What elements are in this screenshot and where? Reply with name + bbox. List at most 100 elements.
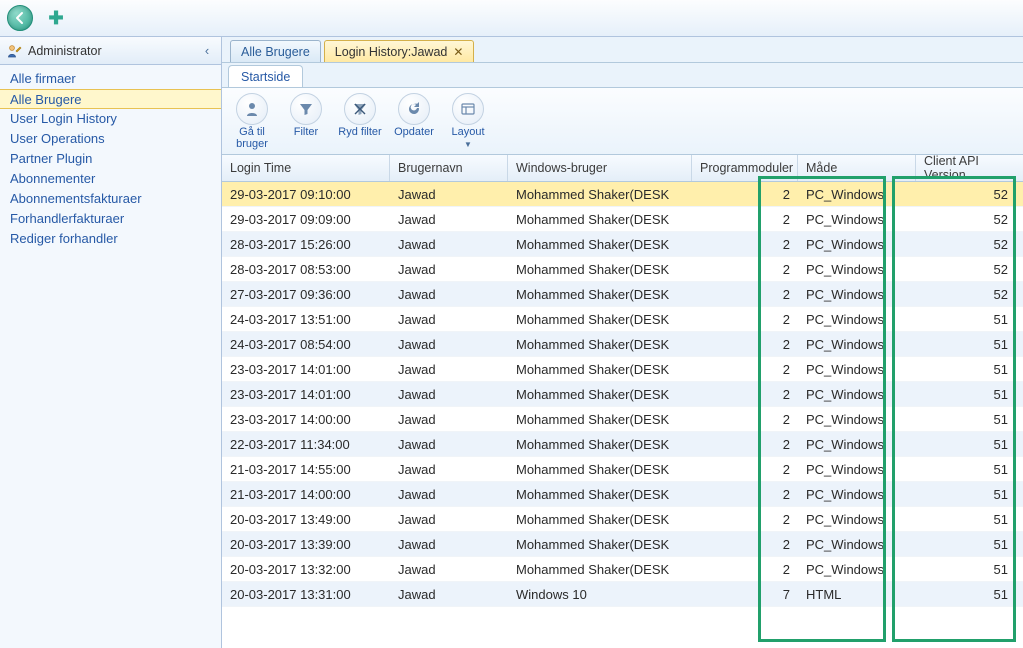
content-tab-0[interactable]: Alle Brugere — [230, 40, 321, 62]
table-row[interactable]: 23-03-2017 14:01:00JawadMohammed Shaker(… — [222, 357, 1023, 382]
sidebar-collapse[interactable]: ‹ — [199, 43, 215, 58]
ribbon-button-label: Ryd filter — [338, 127, 381, 139]
cell-windows_bruger: Mohammed Shaker(DESK — [508, 282, 692, 306]
cell-brugernavn: Jawad — [390, 482, 508, 506]
table-row[interactable]: 27-03-2017 09:36:00JawadMohammed Shaker(… — [222, 282, 1023, 307]
content-tab-label: Alle Brugere — [241, 45, 310, 59]
cell-login_time: 20-03-2017 13:49:00 — [222, 507, 390, 531]
cell-programmoduler: 2 — [692, 332, 798, 356]
table-row[interactable]: 29-03-2017 09:10:00JawadMohammed Shaker(… — [222, 182, 1023, 207]
table-row[interactable]: 21-03-2017 14:55:00JawadMohammed Shaker(… — [222, 457, 1023, 482]
cell-windows_bruger: Mohammed Shaker(DESK — [508, 332, 692, 356]
cell-programmoduler: 7 — [692, 582, 798, 606]
cell-windows_bruger: Mohammed Shaker(DESK — [508, 307, 692, 331]
table-row[interactable]: 20-03-2017 13:39:00JawadMohammed Shaker(… — [222, 532, 1023, 557]
cell-login_time: 29-03-2017 09:10:00 — [222, 182, 390, 206]
cell-login_time: 20-03-2017 13:31:00 — [222, 582, 390, 606]
sidebar-item-label: Abonnementsfakturaer — [10, 191, 142, 206]
table-row[interactable]: 22-03-2017 11:34:00JawadMohammed Shaker(… — [222, 432, 1023, 457]
sidebar-item-abonnementsfakturaer[interactable]: Abonnementsfakturaer — [0, 189, 221, 209]
back-button[interactable] — [6, 4, 34, 32]
cell-login_time: 27-03-2017 09:36:00 — [222, 282, 390, 306]
chevron-down-icon: ▼ — [464, 141, 472, 149]
ribbon-button-label: Gå til bruger — [228, 127, 276, 150]
cell-client_api: 51 — [916, 307, 1016, 331]
ribbon-button-refresh[interactable]: Opdater — [390, 91, 438, 151]
cell-client_api: 52 — [916, 207, 1016, 231]
cell-client_api: 51 — [916, 357, 1016, 381]
cell-login_time: 24-03-2017 08:54:00 — [222, 332, 390, 356]
col-header-programmoduler[interactable]: Programmoduler — [692, 155, 798, 181]
table-row[interactable]: 24-03-2017 13:51:00JawadMohammed Shaker(… — [222, 307, 1023, 332]
col-header-brugernavn[interactable]: Brugernavn — [390, 155, 508, 181]
sidebar-item-alle-brugere[interactable]: Alle Brugere — [0, 89, 221, 109]
table-row[interactable]: 23-03-2017 14:01:00JawadMohammed Shaker(… — [222, 382, 1023, 407]
cell-login_time: 24-03-2017 13:51:00 — [222, 307, 390, 331]
cell-maade: PC_Windows — [798, 382, 916, 406]
cell-client_api: 52 — [916, 257, 1016, 281]
cell-login_time: 28-03-2017 08:53:00 — [222, 257, 390, 281]
table-row[interactable]: 20-03-2017 13:32:00JawadMohammed Shaker(… — [222, 557, 1023, 582]
cell-maade: PC_Windows — [798, 482, 916, 506]
table-row[interactable]: 20-03-2017 13:49:00JawadMohammed Shaker(… — [222, 507, 1023, 532]
col-header-login-time[interactable]: Login Time — [222, 155, 390, 181]
cell-brugernavn: Jawad — [390, 557, 508, 581]
sidebar-item-abonnementer[interactable]: Abonnementer — [0, 169, 221, 189]
sidebar: Administrator ‹ Alle firmaerAlle Brugere… — [0, 37, 222, 648]
cell-windows_bruger: Mohammed Shaker(DESK — [508, 407, 692, 431]
content: Alle Brugere Login History:Jawad✕ Startsi… — [222, 37, 1023, 648]
sidebar-item-partner-plugin[interactable]: Partner Plugin — [0, 149, 221, 169]
plus-icon: ✚ — [48, 9, 63, 27]
cell-maade: PC_Windows — [798, 282, 916, 306]
cell-windows_bruger: Mohammed Shaker(DESK — [508, 507, 692, 531]
sidebar-item-forhandlerfakturaer[interactable]: Forhandlerfakturaer — [0, 209, 221, 229]
ribbon-tabrow: Startside — [222, 63, 1023, 87]
cell-login_time: 20-03-2017 13:39:00 — [222, 532, 390, 556]
sidebar-item-label: Alle Brugere — [10, 92, 82, 107]
sidebar-item-user-login-history[interactable]: User Login History — [0, 109, 221, 129]
admin-icon — [6, 43, 22, 59]
content-tab-1[interactable]: Login History:Jawad✕ — [324, 40, 475, 62]
table-row[interactable]: 24-03-2017 08:54:00JawadMohammed Shaker(… — [222, 332, 1023, 357]
cell-client_api: 51 — [916, 582, 1016, 606]
ribbon-button-go-to-user[interactable]: Gå til bruger — [228, 91, 276, 151]
cell-windows_bruger: Mohammed Shaker(DESK — [508, 457, 692, 481]
cell-brugernavn: Jawad — [390, 357, 508, 381]
close-icon[interactable]: ✕ — [453, 46, 463, 58]
ribbon-button-clear-filter[interactable]: Ryd filter — [336, 91, 384, 151]
cell-maade: PC_Windows — [798, 457, 916, 481]
table-row[interactable]: 21-03-2017 14:00:00JawadMohammed Shaker(… — [222, 482, 1023, 507]
cell-client_api: 52 — [916, 232, 1016, 256]
table-row[interactable]: 20-03-2017 13:31:00JawadWindows 107HTML5… — [222, 582, 1023, 607]
add-button[interactable]: ✚ — [42, 4, 70, 32]
sidebar-item-label: Abonnementer — [10, 171, 95, 186]
col-header-client-api[interactable]: Client API Version — [916, 155, 1016, 181]
cell-brugernavn: Jawad — [390, 532, 508, 556]
sidebar-item-user-operations[interactable]: User Operations — [0, 129, 221, 149]
cell-brugernavn: Jawad — [390, 232, 508, 256]
ribbon-button-filter[interactable]: Filter — [282, 91, 330, 151]
table-row[interactable]: 23-03-2017 14:00:00JawadMohammed Shaker(… — [222, 407, 1023, 432]
cell-client_api: 52 — [916, 182, 1016, 206]
cell-windows_bruger: Mohammed Shaker(DESK — [508, 432, 692, 456]
data-grid[interactable]: Login Time Brugernavn Windows-bruger Pro… — [222, 155, 1023, 648]
clear-funnel-icon — [344, 93, 376, 125]
cell-maade: PC_Windows — [798, 207, 916, 231]
table-row[interactable]: 29-03-2017 09:09:00JawadMohammed Shaker(… — [222, 207, 1023, 232]
back-icon — [7, 5, 33, 31]
ribbon-tab-startside[interactable]: Startside — [228, 65, 303, 87]
sidebar-item-alle-firmaer[interactable]: Alle firmaer — [0, 69, 221, 89]
col-header-windows-bruger[interactable]: Windows-bruger — [508, 155, 692, 181]
cell-windows_bruger: Mohammed Shaker(DESK — [508, 232, 692, 256]
cell-maade: PC_Windows — [798, 357, 916, 381]
cell-windows_bruger: Mohammed Shaker(DESK — [508, 482, 692, 506]
refresh-icon — [398, 93, 430, 125]
sidebar-item-rediger-forhandler[interactable]: Rediger forhandler — [0, 229, 221, 249]
col-header-maade[interactable]: Måde — [798, 155, 916, 181]
ribbon-button-layout[interactable]: Layout▼ — [444, 91, 492, 151]
table-row[interactable]: 28-03-2017 08:53:00JawadMohammed Shaker(… — [222, 257, 1023, 282]
cell-programmoduler: 2 — [692, 432, 798, 456]
funnel-icon — [290, 93, 322, 125]
cell-maade: PC_Windows — [798, 532, 916, 556]
table-row[interactable]: 28-03-2017 15:26:00JawadMohammed Shaker(… — [222, 232, 1023, 257]
